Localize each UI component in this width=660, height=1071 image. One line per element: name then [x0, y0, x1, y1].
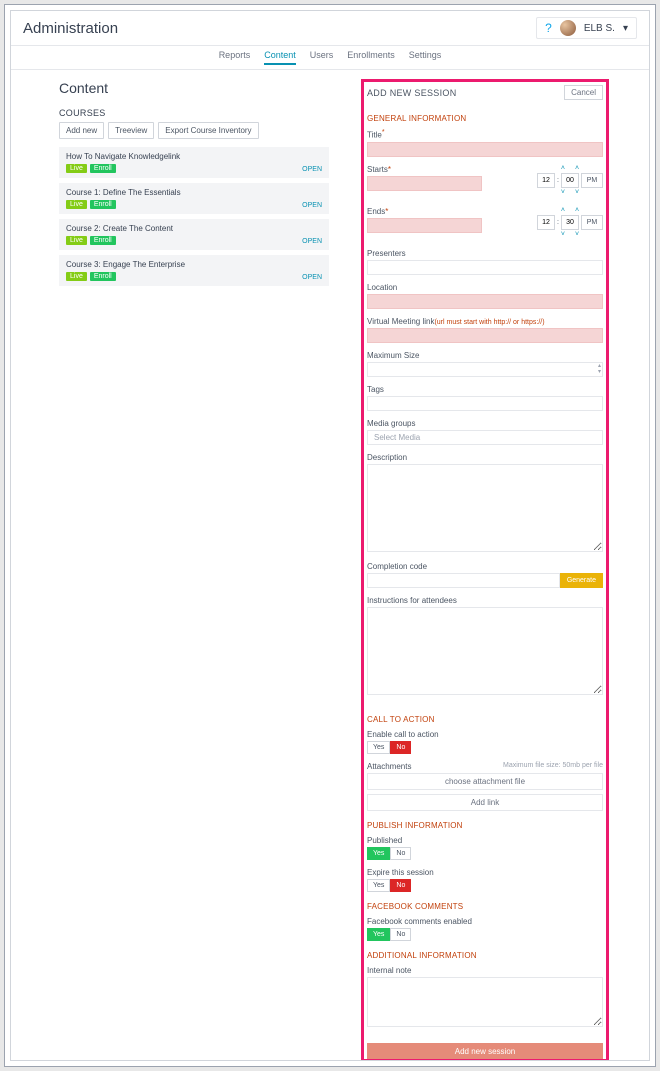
- user-name: ELB S.: [584, 23, 615, 34]
- code-input[interactable]: [367, 573, 560, 588]
- chevron-up-icon: ˄: [561, 165, 565, 172]
- add-new-button[interactable]: Add new: [59, 122, 104, 139]
- published-toggle[interactable]: YesNo: [367, 847, 603, 860]
- location-input[interactable]: [367, 294, 603, 309]
- ends-time-picker[interactable]: ˄˄ : PM ˅˅: [537, 207, 603, 241]
- starts-time-picker[interactable]: ˄˄ : PM ˅˅: [537, 165, 603, 199]
- tab-reports[interactable]: Reports: [219, 50, 251, 65]
- instructions-label: Instructions for attendees: [367, 596, 603, 605]
- internal-textarea[interactable]: [367, 977, 603, 1027]
- chevron-down-icon: ˅: [561, 231, 565, 238]
- maxsize-label: Maximum Size: [367, 351, 603, 360]
- enable-cta-label: Enable call to action: [367, 730, 603, 739]
- tab-content[interactable]: Content: [264, 50, 296, 65]
- location-label: Location: [367, 283, 603, 292]
- course-row[interactable]: Course 3: Engage The Enterprise LiveEnro…: [59, 255, 329, 286]
- title-label: Title: [367, 129, 603, 140]
- chevron-down-icon: ˅: [575, 189, 579, 196]
- presenters-input[interactable]: [367, 260, 603, 275]
- section-fb: FACEBOOK COMMENTS: [367, 902, 603, 911]
- title-input[interactable]: [367, 142, 603, 157]
- section-cta: CALL TO ACTION: [367, 715, 603, 724]
- enroll-badge: Enroll: [90, 164, 116, 173]
- expire-label: Expire this session: [367, 868, 603, 877]
- courses-label: COURSES: [59, 108, 329, 118]
- internal-label: Internal note: [367, 966, 603, 975]
- media-select[interactable]: Select Media: [367, 430, 603, 445]
- page-heading: Administration: [23, 20, 118, 37]
- panel-title: ADD NEW SESSION: [367, 88, 457, 98]
- avatar: [560, 20, 576, 36]
- ends-ampm[interactable]: PM: [581, 215, 603, 230]
- chevron-down-icon: ˅: [575, 231, 579, 238]
- ends-label: Ends*: [367, 207, 482, 216]
- section-publish: PUBLISH INFORMATION: [367, 821, 603, 830]
- user-menu[interactable]: ? ELB S. ▾: [536, 17, 637, 39]
- section-additional: ADDITIONAL INFORMATION: [367, 951, 603, 960]
- cta-toggle[interactable]: YesNo: [367, 741, 603, 754]
- desc-textarea[interactable]: [367, 464, 603, 552]
- tab-enrollments[interactable]: Enrollments: [347, 50, 395, 65]
- maxsize-input[interactable]: [367, 362, 603, 377]
- submit-button[interactable]: Add new session: [367, 1043, 603, 1060]
- content-heading: Content: [59, 80, 329, 96]
- instructions-textarea[interactable]: [367, 607, 603, 695]
- starts-label: Starts*: [367, 165, 482, 174]
- help-icon[interactable]: ?: [545, 21, 552, 35]
- live-badge: Live: [66, 164, 87, 173]
- ends-hour[interactable]: [537, 215, 555, 230]
- generate-button[interactable]: Generate: [560, 573, 603, 588]
- ends-date-input[interactable]: [367, 218, 482, 233]
- nav-tabs: Reports Content Users Enrollments Settin…: [11, 46, 649, 70]
- fb-label: Facebook comments enabled: [367, 917, 603, 926]
- tags-label: Tags: [367, 385, 603, 394]
- virtual-input[interactable]: [367, 328, 603, 343]
- starts-min[interactable]: [561, 173, 579, 188]
- expire-toggle[interactable]: YesNo: [367, 879, 603, 892]
- virtual-label: Virtual Meeting link(url must start with…: [367, 317, 603, 326]
- section-general: GENERAL INFORMATION: [367, 114, 603, 123]
- ends-min[interactable]: [561, 215, 579, 230]
- starts-date-input[interactable]: [367, 176, 482, 191]
- export-button[interactable]: Export Course Inventory: [158, 122, 258, 139]
- published-label: Published: [367, 836, 603, 845]
- open-link[interactable]: OPEN: [302, 166, 322, 173]
- fb-toggle[interactable]: YesNo: [367, 928, 603, 941]
- chevron-down-icon: ˅: [561, 189, 565, 196]
- course-row[interactable]: Course 2: Create The Content LiveEnroll …: [59, 219, 329, 250]
- attachments-label: AttachmentsMaximum file size: 50mb per f…: [367, 762, 603, 771]
- choose-file-button[interactable]: choose attachment file: [367, 773, 603, 790]
- starts-hour[interactable]: [537, 173, 555, 188]
- desc-label: Description: [367, 453, 603, 462]
- caret-down-icon: ▾: [623, 23, 628, 34]
- presenters-label: Presenters: [367, 249, 603, 258]
- code-label: Completion code: [367, 562, 603, 571]
- starts-ampm[interactable]: PM: [581, 173, 603, 188]
- treeview-button[interactable]: Treeview: [108, 122, 154, 139]
- course-row[interactable]: Course 1: Define The Essentials LiveEnro…: [59, 183, 329, 214]
- course-row[interactable]: How To Navigate Knowledgelink LiveEnroll…: [59, 147, 329, 178]
- chevron-up-icon: ˄: [575, 165, 579, 172]
- chevron-up-icon: ˄: [575, 207, 579, 214]
- stepper-icon[interactable]: ▴▾: [598, 363, 601, 375]
- tab-users[interactable]: Users: [310, 50, 334, 65]
- chevron-up-icon: ˄: [561, 207, 565, 214]
- cancel-button[interactable]: Cancel: [564, 85, 603, 100]
- media-label: Media groups: [367, 419, 603, 428]
- tab-settings[interactable]: Settings: [409, 50, 442, 65]
- tags-input[interactable]: [367, 396, 603, 411]
- add-link-button[interactable]: Add link: [367, 794, 603, 811]
